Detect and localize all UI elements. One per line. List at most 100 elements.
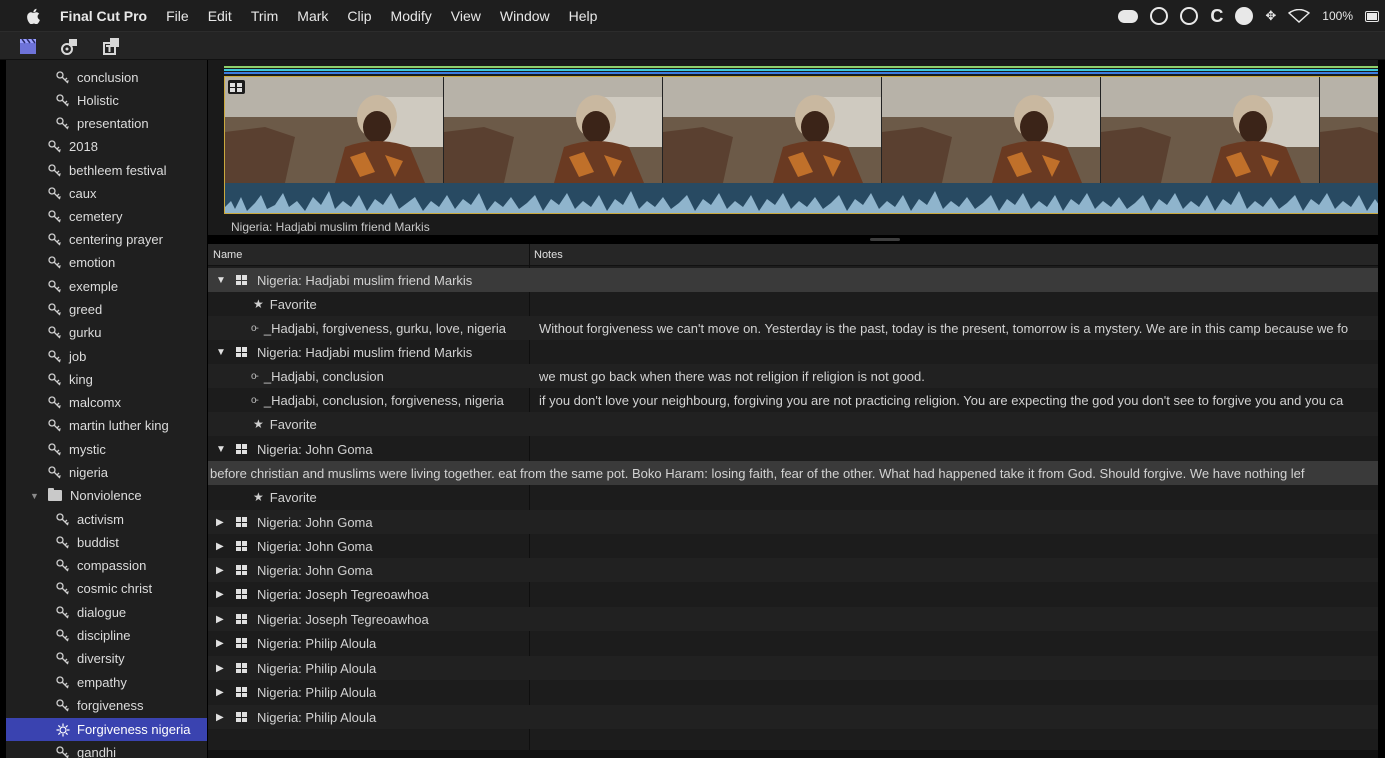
disclosure-triangle-icon[interactable]: ▶ (216, 687, 236, 698)
menu-modify[interactable]: Modify (391, 8, 432, 24)
menu-edit[interactable]: Edit (208, 8, 232, 24)
library-clapper-icon[interactable] (17, 35, 39, 57)
sidebar-item-buddist[interactable]: buddist (6, 531, 207, 554)
disclosure-triangle-icon[interactable]: ▼ (30, 491, 39, 501)
menu-mark[interactable]: Mark (297, 8, 328, 24)
cc-status-icon[interactable]: C (1210, 6, 1223, 27)
sidebar-item-gurku[interactable]: gurku (6, 321, 207, 344)
list-row-keyword[interactable]: o- _Hadjabi, forgiveness, gurku, love, n… (208, 316, 1378, 340)
sidebar-item-job[interactable]: job (6, 345, 207, 368)
titles-generators-icon[interactable] (100, 35, 122, 57)
keyword-icon (48, 442, 61, 455)
list-row-clip[interactable]: ▶ Nigeria: John Goma (208, 534, 1378, 558)
list-row-keyword[interactable]: o- _Hadjabi, conclusion we must go back … (208, 364, 1378, 388)
disclosure-triangle-icon[interactable]: ▶ (216, 565, 236, 576)
list-row-clip[interactable]: ▶ Nigeria: John Goma (208, 558, 1378, 582)
menu-file[interactable]: File (166, 8, 189, 24)
audio-waveform (225, 183, 1378, 213)
star-icon: ★ (253, 417, 264, 431)
sidebar-item-label: exemple (69, 279, 119, 294)
sidebar-item-discipline[interactable]: discipline (6, 624, 207, 647)
wifi-icon[interactable] (1288, 9, 1311, 23)
disclosure-triangle-icon[interactable]: ▼ (216, 347, 236, 358)
list-row-clip[interactable]: ▶ Nigeria: Joseph Tegreoawhoa (208, 607, 1378, 631)
clip-filmstrip[interactable] (224, 76, 1378, 214)
sidebar-item-bethleem-festival[interactable]: bethleem festival (6, 159, 207, 182)
list-row-clip[interactable]: ▶ Nigeria: John Goma (208, 510, 1378, 534)
disclosure-triangle-icon[interactable]: ▼ (216, 275, 236, 286)
column-header-notes[interactable]: Notes (534, 249, 563, 261)
sidebar-item-centering-prayer[interactable]: centering prayer (6, 228, 207, 251)
pause-status-icon[interactable] (1235, 7, 1254, 25)
list-row-favorite[interactable]: ★ Favorite (208, 485, 1378, 509)
list-row-clip[interactable]: ▶ Nigeria: Joseph Tegreoawhoa (208, 582, 1378, 606)
disclosure-triangle-icon[interactable]: ▶ (216, 663, 236, 674)
disclosure-triangle-icon[interactable]: ▶ (216, 712, 236, 723)
keyword-icon (48, 163, 61, 176)
menu-clip[interactable]: Clip (347, 8, 371, 24)
sidebar-item-presentation[interactable]: presentation (6, 112, 207, 135)
sidebar-item-forgiveness[interactable]: forgiveness (6, 694, 207, 717)
menu-view[interactable]: View (451, 8, 481, 24)
record-status-icon[interactable] (1180, 7, 1199, 25)
photos-audio-icon[interactable] (58, 35, 80, 57)
sidebar-item-conclusion[interactable]: conclusion (6, 66, 207, 89)
list-row-clip[interactable]: ▼ Nigeria: John Goma (208, 437, 1378, 461)
menu-help[interactable]: Help (569, 8, 598, 24)
sidebar-item-holistic[interactable]: Holistic (6, 89, 207, 112)
sidebar-item-empathy[interactable]: empathy (6, 671, 207, 694)
sidebar-item-gandhi[interactable]: gandhi (6, 741, 207, 758)
list-row-clip[interactable]: ▶ Nigeria: Philip Aloula (208, 705, 1378, 729)
disclosure-triangle-icon[interactable]: ▶ (216, 589, 236, 600)
sidebar-item-martin-luther-king[interactable]: martin luther king (6, 414, 207, 437)
sidebar-item-cosmic-christ[interactable]: cosmic christ (6, 577, 207, 600)
sidebar-item-2018[interactable]: 2018 (6, 135, 207, 158)
sidebar-folder-nonviolence[interactable]: ▼ Nonviolence (6, 484, 207, 507)
sidebar-item-exemple[interactable]: exemple (6, 275, 207, 298)
list-row-note-expanded[interactable]: before christian and muslims were living… (208, 461, 1378, 485)
sidebar-item-activism[interactable]: activism (6, 508, 207, 531)
menu-app-name[interactable]: Final Cut Pro (60, 8, 147, 24)
disclosure-triangle-icon[interactable]: ▶ (216, 638, 236, 649)
list-row-clip[interactable]: ▼ Nigeria: Hadjabi muslim friend Markis (208, 268, 1378, 292)
note-text: we must go back when there was not relig… (539, 368, 925, 384)
apple-menu-icon[interactable] (26, 8, 40, 24)
favorite-range-bar[interactable] (224, 66, 1378, 68)
sidebar-item-forgiveness-nigeria[interactable]: Forgiveness nigeria (6, 718, 207, 741)
sidebar-item-dialogue[interactable]: dialogue (6, 601, 207, 624)
sidebar-item-nigeria[interactable]: nigeria (6, 461, 207, 484)
sidebar-item-diversity[interactable]: diversity (6, 647, 207, 670)
list-row-clip[interactable]: ▼ Nigeria: Hadjabi muslim friend Markis (208, 340, 1378, 364)
disclosure-triangle-icon[interactable]: ▶ (216, 517, 236, 528)
keyword-icon (48, 139, 61, 152)
sidebar-item-malcomx[interactable]: malcomx (6, 391, 207, 414)
battery-icon[interactable] (1365, 10, 1379, 22)
list-row-clip[interactable]: ▶ Nigeria: Philip Aloula (208, 680, 1378, 704)
sidebar-item-mystic[interactable]: mystic (6, 438, 207, 461)
menu-trim[interactable]: Trim (251, 8, 278, 24)
move-status-icon[interactable]: ✥ (1265, 8, 1276, 24)
sidebar-item-caux[interactable]: caux (6, 182, 207, 205)
list-row-clip[interactable]: ▶ Nigeria: Philip Aloula (208, 656, 1378, 680)
menu-window[interactable]: Window (500, 8, 550, 24)
list-row-favorite[interactable]: ★ Favorite (208, 292, 1378, 316)
disclosure-triangle-icon[interactable]: ▶ (216, 614, 236, 625)
keyword-range-bar[interactable] (224, 69, 1378, 71)
sidebar-item-greed[interactable]: greed (6, 298, 207, 321)
sidebar-item-king[interactable]: king (6, 368, 207, 391)
keyword-icon (48, 279, 61, 292)
upload-status-icon[interactable] (1150, 7, 1169, 25)
list-row-keyword[interactable]: o- _Hadjabi, conclusion, forgiveness, ni… (208, 388, 1378, 412)
disclosure-triangle-icon[interactable]: ▼ (216, 444, 236, 455)
disclosure-triangle-icon[interactable]: ▶ (216, 541, 236, 552)
sidebar-item-compassion[interactable]: compassion (6, 554, 207, 577)
sidebar-item-cemetery[interactable]: cemetery (6, 205, 207, 228)
sidebar-item-emotion[interactable]: emotion (6, 251, 207, 274)
list-row-clip[interactable]: ▶ Nigeria: Philip Aloula (208, 631, 1378, 655)
pane-resize-handle[interactable] (870, 238, 900, 241)
keyword-icon (56, 675, 69, 688)
cloud-status-icon[interactable] (1118, 9, 1139, 23)
column-header-name[interactable]: Name (213, 249, 242, 261)
list-row-favorite[interactable]: ★ Favorite (208, 412, 1378, 436)
keyword-range-bar[interactable] (224, 72, 1378, 74)
